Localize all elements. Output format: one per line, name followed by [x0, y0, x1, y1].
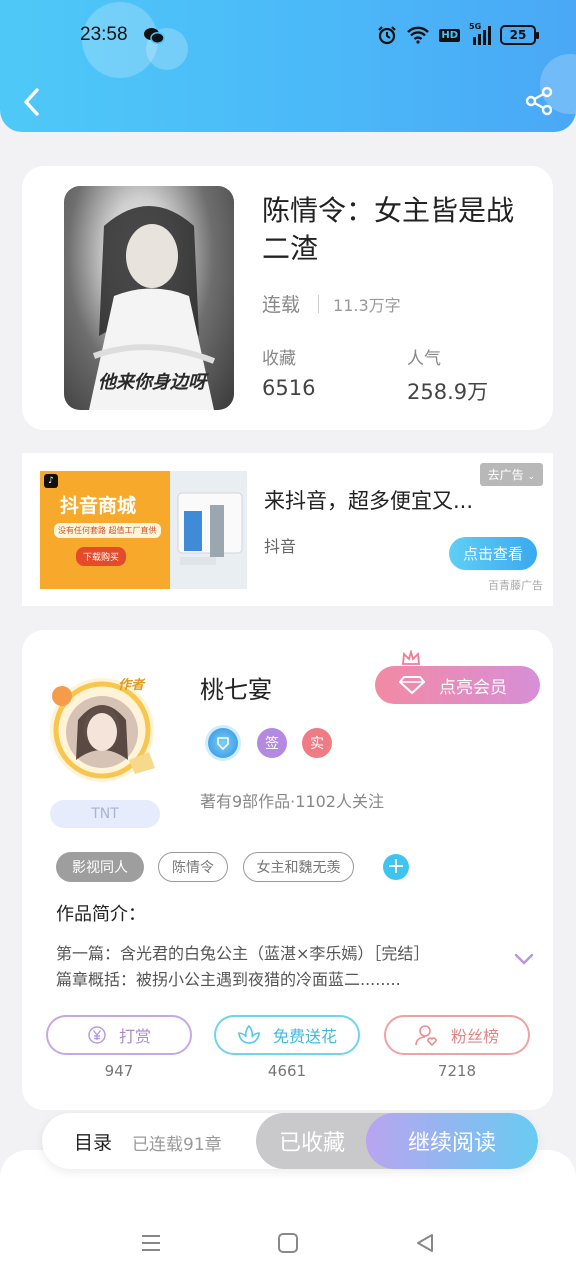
tiktok-icon: ♪	[44, 474, 58, 488]
book-title: 陈情令：女主皆是战二渣	[262, 194, 515, 265]
author-avatar[interactable]: 作者	[44, 670, 164, 790]
level-badge-icon	[208, 728, 238, 758]
popularity-value: 258.9万	[407, 380, 489, 404]
ad-cta-button[interactable]: 点击查看	[449, 537, 537, 570]
catalog-button[interactable]: 目录	[74, 1128, 112, 1155]
back-nav-icon[interactable]	[414, 1232, 436, 1254]
home-icon[interactable]	[277, 1232, 299, 1254]
intro-line-2: 篇章概括：被拐小公主遇到夜猎的冷面蓝二........	[56, 970, 401, 989]
ad-title[interactable]: 来抖音，超多便宜又...	[264, 485, 473, 515]
avatar-badge: 作者	[118, 678, 145, 693]
chapter-progress: 已连载91章	[132, 1135, 222, 1155]
bottom-panel	[0, 1150, 576, 1280]
intro-line-1: 第一篇：含光君的白兔公主（蓝湛×李乐嫣）［完结］	[56, 944, 430, 963]
popularity-label: 人气	[407, 349, 441, 369]
share-icon[interactable]	[524, 86, 554, 116]
book-meta: 连载 11.3万字	[262, 290, 401, 317]
send-flower-label: 免费送花	[272, 1027, 337, 1046]
flower-icon	[238, 1025, 260, 1044]
continue-reading-button[interactable]: 继续阅读	[366, 1113, 538, 1169]
ad-banner[interactable]: ♪ 抖音商城 没有任何套路 超值工厂直供 下载购买 来抖音，超多便宜又... 抖…	[22, 453, 553, 606]
tip-count: 947	[104, 1062, 134, 1080]
battery-icon: 25	[500, 25, 539, 45]
ad-image-title: 抖音商城	[60, 495, 137, 517]
ad-image[interactable]: ♪ 抖音商城 没有任何套路 超值工厂直供 下载购买	[40, 471, 247, 589]
ad-image-subtitle: 没有任何套路 超值工厂直供	[54, 523, 161, 538]
intro-label: 作品简介：	[56, 904, 146, 925]
author-card: 作者 TNT 桃七宴 点亮会员 签 实 著有9部作品·1102人关注 影视同人 …	[22, 630, 553, 1110]
ad-product-photo	[170, 471, 247, 589]
status-time: 23:58	[80, 24, 128, 45]
chevron-down-icon: ⌄	[527, 472, 535, 482]
book-cover[interactable]: 他来你身边呀	[64, 186, 234, 410]
wechat-icon	[144, 28, 165, 44]
fan-ranking-button[interactable]: 粉丝榜	[384, 1015, 530, 1055]
menu-icon[interactable]	[140, 1232, 162, 1254]
back-arrow-icon[interactable]	[20, 86, 46, 118]
tag-item[interactable]: 女主和魏无羡	[243, 852, 354, 882]
send-flower-button[interactable]: 免费送花	[214, 1015, 360, 1055]
alarm-icon	[378, 26, 397, 45]
author-name[interactable]: 桃七宴	[200, 670, 272, 705]
expand-chevron-icon[interactable]	[514, 952, 534, 966]
ad-close-label: 去广告	[487, 468, 524, 482]
book-word-count: 11.3万字	[333, 295, 401, 315]
saved-label: 已收藏	[278, 1131, 345, 1156]
ad-close-button[interactable]: 去广告 ⌄	[479, 463, 543, 486]
signal-icon: 5G	[469, 22, 491, 45]
favorites-label: 收藏	[262, 349, 296, 369]
signed-badge: 签	[257, 728, 287, 758]
book-status: 连载	[262, 294, 301, 316]
book-info-card: 他来你身边呀 陈情令：女主皆是战二渣 连载 11.3万字 收藏 6516 人气 …	[22, 166, 553, 430]
ad-provider: 百青藤广告	[488, 579, 543, 592]
yen-coin-icon	[88, 1026, 106, 1044]
fan-count: 7218	[437, 1062, 477, 1080]
hd-icon: HD	[439, 28, 460, 42]
author-stats: 著有9部作品·1102人关注	[200, 792, 384, 811]
vip-button[interactable]: 点亮会员	[375, 650, 540, 704]
favorites-value: 6516	[262, 376, 316, 400]
wifi-icon	[407, 26, 430, 44]
tag-item[interactable]: 影视同人	[56, 852, 144, 882]
verified-badge: 实	[302, 728, 332, 758]
cover-title: 他来你身边呀	[98, 372, 206, 393]
diamond-icon	[399, 676, 425, 694]
vip-label: 点亮会员	[439, 677, 507, 698]
add-tag-button[interactable]: +	[383, 854, 409, 880]
meta-divider	[318, 294, 320, 313]
reading-action-bar: 目录 已连载91章 已收藏 继续阅读	[42, 1113, 538, 1169]
avatar-frame	[50, 678, 155, 782]
fan-ranking-label: 粉丝榜	[450, 1027, 499, 1046]
tip-button[interactable]: 打赏	[46, 1015, 192, 1055]
header-bar: 23:58 HD 5G 25	[0, 0, 576, 132]
flower-count: 4661	[267, 1062, 307, 1080]
ad-source: 抖音	[264, 537, 297, 556]
status-bar: 23:58 HD 5G 25	[0, 22, 576, 52]
crown-icon	[402, 650, 420, 665]
fan-badge: TNT	[50, 800, 160, 828]
tag-item[interactable]: 陈情令	[158, 852, 228, 882]
fan-user-icon	[415, 1025, 437, 1046]
tip-label: 打赏	[118, 1027, 151, 1046]
ad-image-cta: 下载购买	[76, 547, 127, 566]
